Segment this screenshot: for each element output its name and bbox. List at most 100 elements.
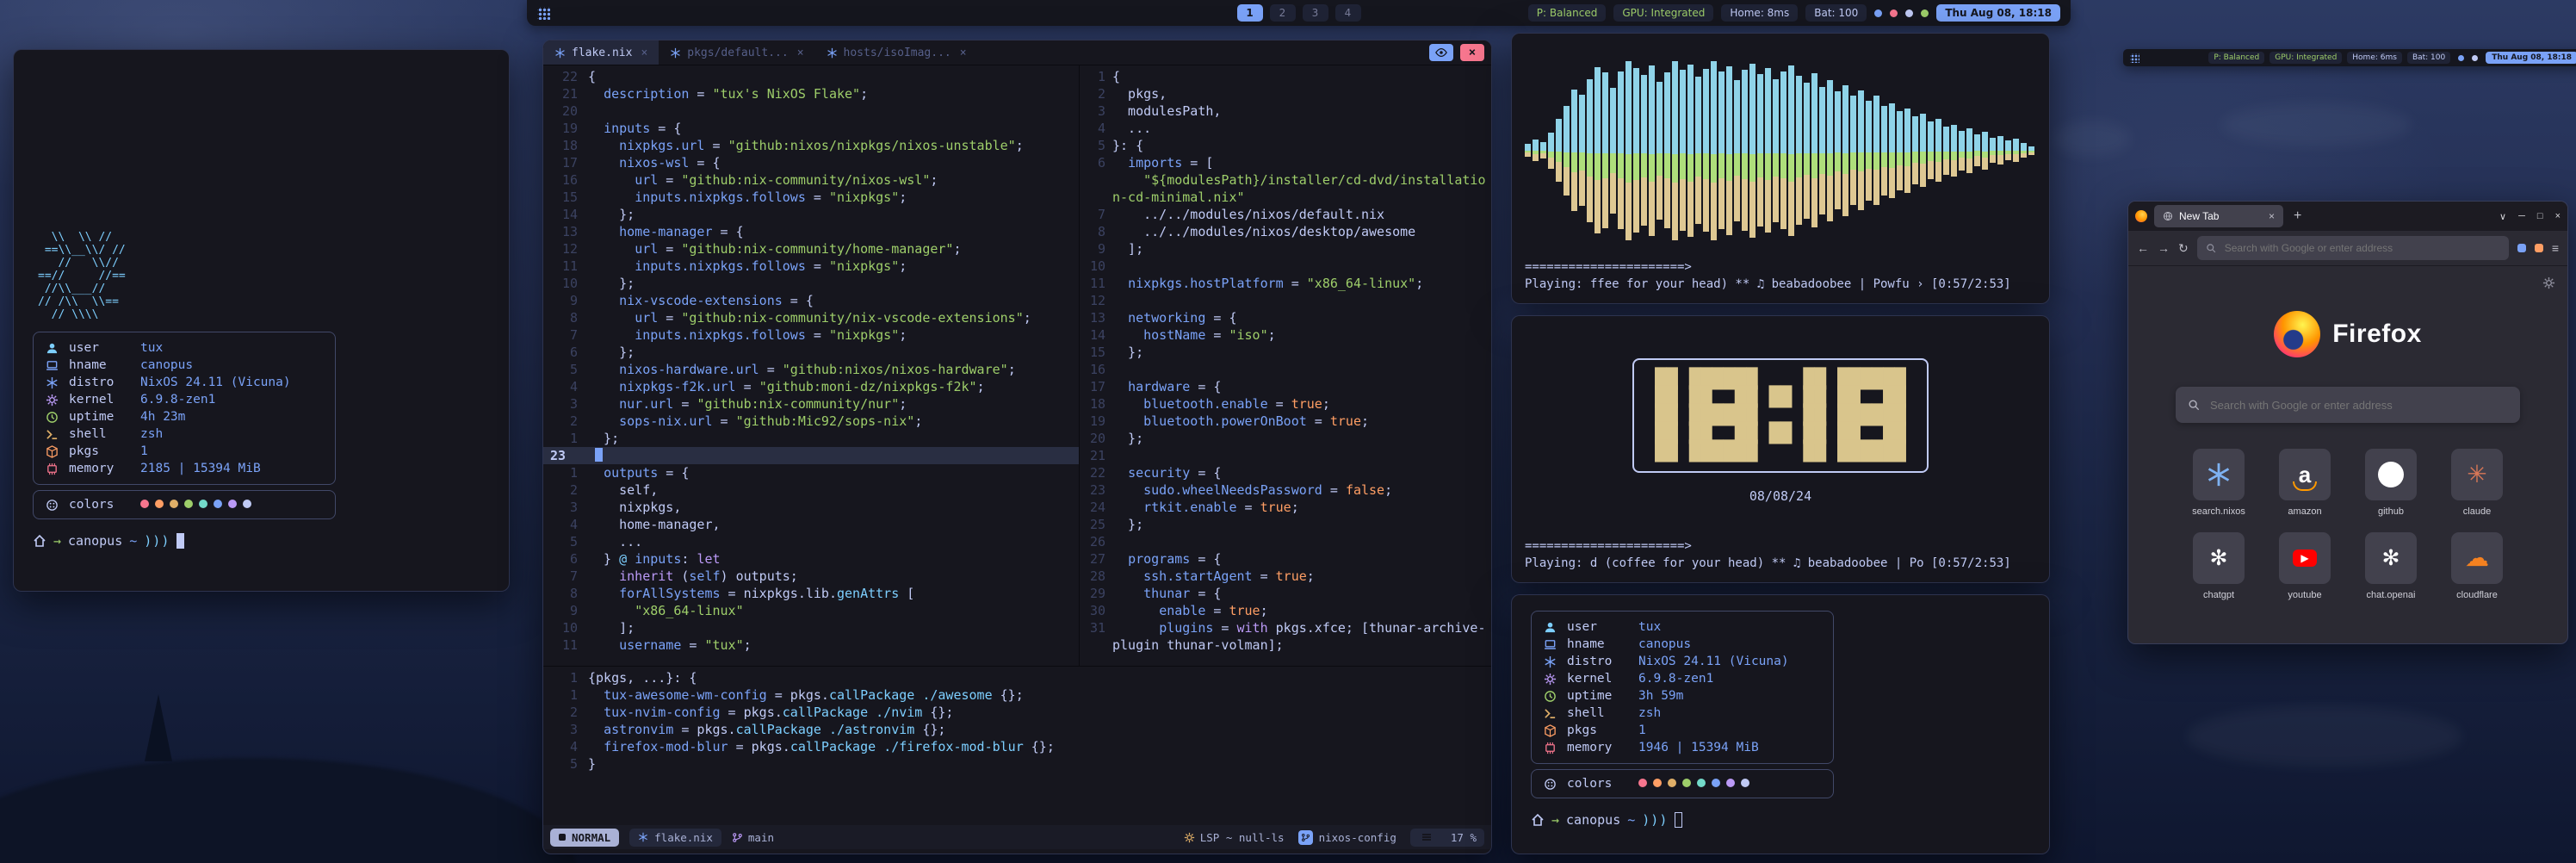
tab-close-icon[interactable]: × (641, 47, 647, 59)
viz-bar (1726, 66, 1732, 235)
workspace-2[interactable]: 2 (1270, 4, 1296, 22)
firefox-window[interactable]: New Tab × + ∨ ─ □ × ← → ↻ ≡ (2127, 201, 2568, 644)
code-line: 31 plugins = with pkgs.xfce; [thunar-arc… (1080, 619, 1491, 636)
nvim-pane-left[interactable]: 22{21 description = "tux's NixOS Flake";… (543, 65, 1079, 666)
fetch-info-box: usertuxhnamecanopusdistroNixOS 24.11 (Vi… (33, 332, 336, 485)
nvim-pane-bottom[interactable]: 1{pkgs, ...}: {1 tux-awesome-wm-config =… (543, 666, 1491, 825)
fetch-row-memory: memory2185 | 15394 MiB (46, 460, 323, 477)
code-line: 21 description = "tux's NixOS Flake"; (543, 85, 1079, 102)
code-line: 4 ... (1080, 120, 1491, 137)
url-bar[interactable] (2197, 236, 2509, 260)
url-input[interactable] (2223, 241, 2500, 255)
code-line: 19 inputs = { (543, 120, 1079, 137)
code-line: 8 forAllSystems = nixpkgs.lib.genAttrs [ (543, 585, 1079, 602)
nvim-tabline: flake.nix×pkgs/default...×hosts/isoImag.… (543, 40, 1491, 65)
workspace-4[interactable]: 4 (1335, 4, 1361, 22)
clock-badge[interactable]: Thu Aug 08, 18:18 (2486, 52, 2576, 64)
viz-bar (1525, 144, 1531, 157)
gpt-icon: ✻ (2365, 532, 2417, 584)
fetch-row-shell: shellzsh (1544, 705, 1821, 722)
toggle-view-button[interactable] (1429, 44, 1453, 61)
status-badge: P: Balanced (2208, 52, 2264, 64)
code-line: 2 pkgs, (1080, 85, 1491, 102)
shortcut-claude[interactable]: ✳claude (2443, 449, 2511, 517)
maximize-button[interactable]: □ (2537, 211, 2543, 221)
minimize-button[interactable]: ─ (2518, 211, 2525, 221)
network-icon[interactable] (1890, 9, 1898, 17)
fetch-row-user: usertux (1544, 618, 1821, 636)
firefox-view-icon[interactable] (2135, 210, 2147, 222)
editor-tab-pkgs/default...[interactable]: pkgs/default...× (659, 40, 814, 65)
close-button[interactable]: × (2555, 211, 2561, 221)
statusline-branch: main (732, 831, 774, 844)
bar1-status: P: BalancedGPU: IntegratedHome: 8msBat: … (1528, 4, 1867, 22)
shortcut-chat.openai[interactable]: ✻chat.openai (2357, 532, 2424, 600)
extension-icon[interactable] (2535, 244, 2543, 252)
tab-close-icon[interactable]: × (797, 47, 804, 59)
code-line: 11 nixpkgs.hostPlatform = "x86_64-linux"… (1080, 275, 1491, 292)
workspace-1[interactable]: 1 (1237, 4, 1263, 22)
viz-bar (1788, 65, 1794, 236)
window-close-button[interactable]: × (1460, 44, 1484, 61)
reload-button[interactable]: ↻ (2178, 241, 2189, 256)
app-launcher-icon[interactable] (537, 7, 550, 20)
clock-badge[interactable]: Thu Aug 08, 18:18 (1936, 4, 2060, 22)
workspace-3[interactable]: 3 (1303, 4, 1328, 22)
app-launcher-icon[interactable] (2130, 53, 2139, 63)
bluetooth-icon[interactable] (1874, 9, 1882, 17)
bluetooth-icon[interactable] (2458, 55, 2464, 61)
shell-prompt[interactable]: → canopus ~ ))) (1531, 812, 2030, 828)
list-tabs-icon[interactable]: ∨ (2499, 211, 2506, 222)
code-line: plugin thunar-volman]; (1080, 636, 1491, 654)
newtab-search-bar[interactable] (2176, 387, 2520, 423)
browser-tab[interactable]: New Tab × (2154, 205, 2283, 227)
newtab-settings-gear-icon[interactable] (2542, 276, 2555, 294)
shortcut-github[interactable]: github (2357, 449, 2424, 517)
terminal-cursor (176, 533, 184, 549)
back-button[interactable]: ← (2137, 241, 2149, 255)
neovim-window[interactable]: flake.nix×pkgs/default...×hosts/isoImag.… (542, 40, 1492, 854)
extension-icon[interactable] (2517, 244, 2526, 252)
terminal-fetch-2[interactable]: usertuxhnamecanopusdistroNixOS 24.11 (Vi… (1511, 594, 2050, 854)
editor-tab-hosts/isoImag...[interactable]: hosts/isoImag...× (815, 40, 978, 65)
shortcut-search.nixos[interactable]: search.nixos (2185, 449, 2252, 517)
code-line: 13 home-manager = { (543, 223, 1079, 240)
shortcut-chatgpt[interactable]: ✻chatgpt (2185, 532, 2252, 600)
viz-bar (1711, 61, 1717, 240)
statusline-file: flake.nix (629, 829, 721, 847)
volume-icon[interactable] (2472, 55, 2478, 61)
tab-close-icon[interactable]: × (960, 47, 967, 59)
shortcut-cloudflare[interactable]: ☁cloudflare (2443, 532, 2511, 600)
player-progress: ======================> (1525, 258, 2036, 276)
shortcut-amazon[interactable]: aamazon (2271, 449, 2338, 517)
newtab-search-input[interactable] (2208, 398, 2508, 413)
viz-bar (1672, 61, 1678, 240)
menu-icon[interactable]: ≡ (2552, 241, 2559, 255)
code-line: 12 (1080, 292, 1491, 309)
tab-close-icon[interactable]: × (2269, 210, 2275, 222)
clock-window[interactable]: ██ ██████ ██ ██████ ██ ██ ██ ██ ██ ██ ██… (1511, 315, 2050, 583)
viz-bar (1943, 127, 1949, 175)
prompt-path: ~ (129, 533, 137, 549)
visualizer-window[interactable]: ======================> Playing: ffee fo… (1511, 33, 2050, 304)
viz-bar (1602, 72, 1608, 228)
power-icon[interactable] (1921, 9, 1929, 17)
viz-bar (1540, 142, 1546, 158)
volume-icon[interactable] (1905, 9, 1913, 17)
prompt-chevrons: ))) (144, 533, 170, 549)
new-tab-button[interactable]: + (2290, 208, 2305, 224)
editor-tab-flake.nix[interactable]: flake.nix× (543, 40, 659, 65)
viz-bar (1827, 80, 1833, 221)
shell-prompt[interactable]: → canopus ~ ))) (33, 533, 490, 549)
viz-bar (2028, 146, 2034, 155)
code-line: 2 self, (543, 481, 1079, 499)
fetch-row-colors: colors (1544, 775, 1821, 792)
viz-bar (1889, 103, 1895, 198)
distro-icon (1544, 655, 1559, 668)
viz-bar (1533, 140, 1539, 161)
shortcut-youtube[interactable]: ▶youtube (2271, 532, 2338, 600)
terminal-fetch-1[interactable]: \\ \\ // ==\\__\\/ // // \\// ==// //== … (13, 49, 510, 592)
statusline-lsp: LSP ~ null-ls (1184, 831, 1285, 844)
forward-button[interactable]: → (2158, 241, 2170, 255)
nvim-pane-right[interactable]: 1{2 pkgs,3 modulesPath,4 ...5}: {6 impor… (1079, 65, 1491, 666)
